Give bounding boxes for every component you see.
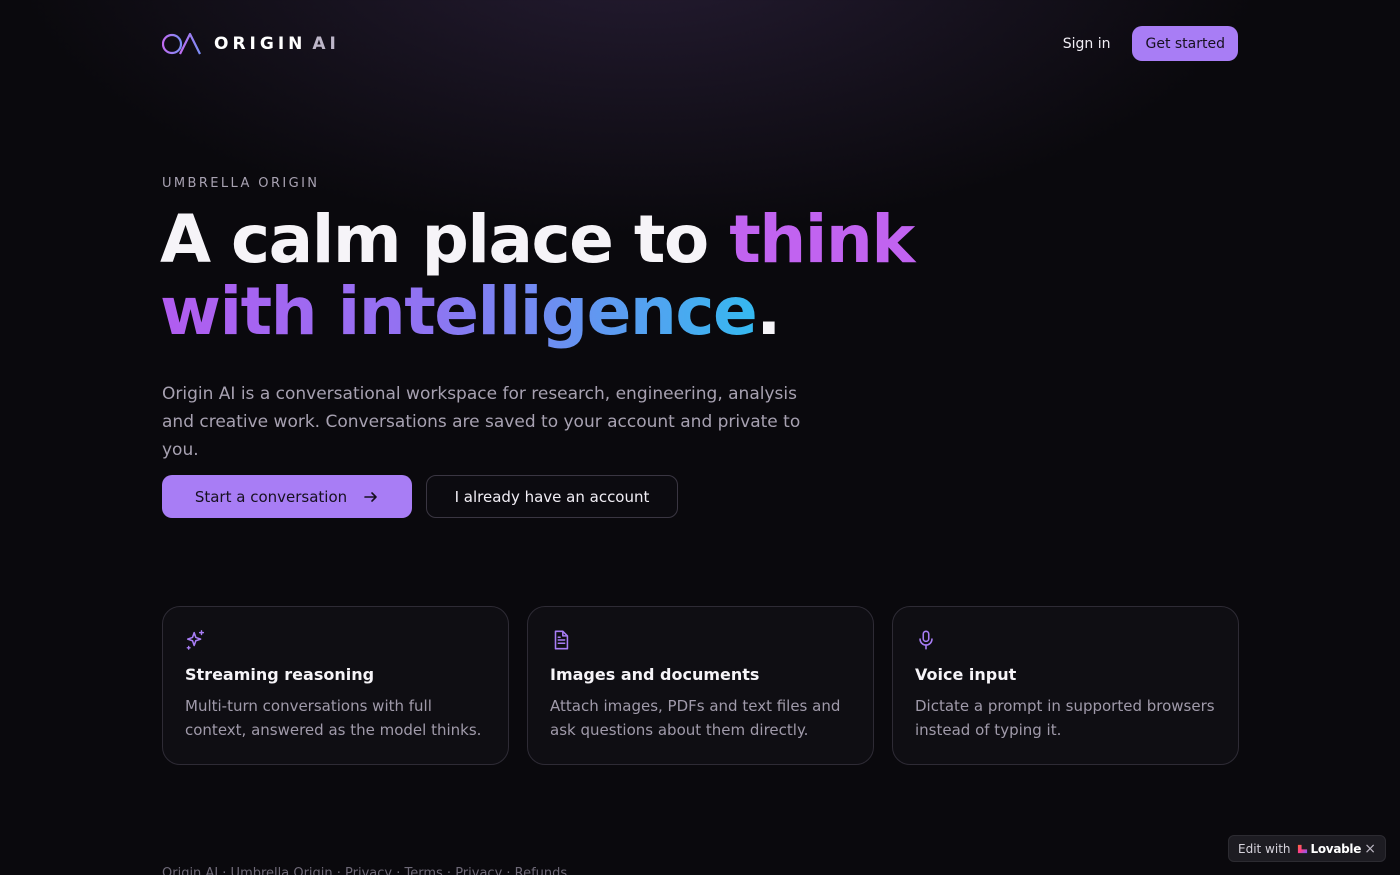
microphone-icon	[919, 630, 933, 650]
badge-brand: Lovable	[1310, 841, 1362, 856]
feature-title: Images and documents	[550, 665, 760, 684]
hero-eyebrow: UMBRELLA ORIGIN	[162, 176, 320, 191]
hero-cta-group: Start a conversation I already have an a…	[162, 475, 678, 518]
feature-card-documents: Images and documents Attach images, PDFs…	[527, 606, 874, 765]
hero-title: A calm place to think with intelligence.	[160, 204, 920, 348]
brand-logo-link[interactable]: ORIGIN AI	[162, 32, 340, 56]
hero-title-highlight-intelligence: with intelligence	[160, 273, 758, 350]
brand-wordmark: ORIGIN AI	[214, 34, 340, 54]
top-nav: ORIGIN AI Sign in Get started	[162, 26, 1238, 61]
feature-title: Streaming reasoning	[185, 665, 375, 684]
document-icon	[554, 630, 569, 650]
hero-description: Origin AI is a conversational workspace …	[162, 384, 801, 460]
get-started-button[interactable]: Get started	[1132, 26, 1238, 61]
feature-card-streaming: Streaming reasoning Multi-turn conversat…	[162, 606, 509, 765]
brand-name: ORIGIN	[214, 33, 307, 54]
nav-actions: Sign in Get started	[1063, 26, 1238, 61]
origin-logo-icon	[162, 32, 201, 54]
feature-description: Multi-turn conversations with full conte…	[185, 697, 482, 739]
start-conversation-label: Start a conversation	[194, 487, 348, 506]
sparkles-icon	[186, 630, 205, 650]
feature-title: Voice input	[915, 665, 1017, 684]
footer-links[interactable]: Origin AI · Umbrella Origin · Privacy · …	[162, 866, 567, 875]
feature-description: Attach images, PDFs and text files and a…	[550, 697, 841, 739]
feature-description: Dictate a prompt in supported browsers i…	[915, 697, 1215, 739]
start-conversation-button[interactable]: Start a conversation	[162, 475, 412, 518]
close-icon[interactable]: ×	[1364, 842, 1376, 856]
feature-cards: Streaming reasoning Multi-turn conversat…	[162, 606, 1239, 765]
hero-title-highlight-think: think	[729, 201, 915, 278]
existing-account-button[interactable]: I already have an account	[426, 475, 678, 518]
sign-in-link[interactable]: Sign in	[1063, 36, 1111, 52]
brand-suffix: AI	[312, 33, 340, 54]
arrow-right-icon	[364, 491, 377, 502]
lovable-heart-icon	[1297, 844, 1307, 854]
hero-title-period: .	[756, 273, 781, 350]
hero-title-part1: A calm place to	[160, 201, 730, 278]
feature-card-voice: Voice input Dictate a prompt in supporte…	[892, 606, 1239, 765]
edit-with-lovable-badge[interactable]: Edit with Lovable ×	[1228, 835, 1386, 862]
badge-prefix: Edit with	[1238, 841, 1291, 856]
